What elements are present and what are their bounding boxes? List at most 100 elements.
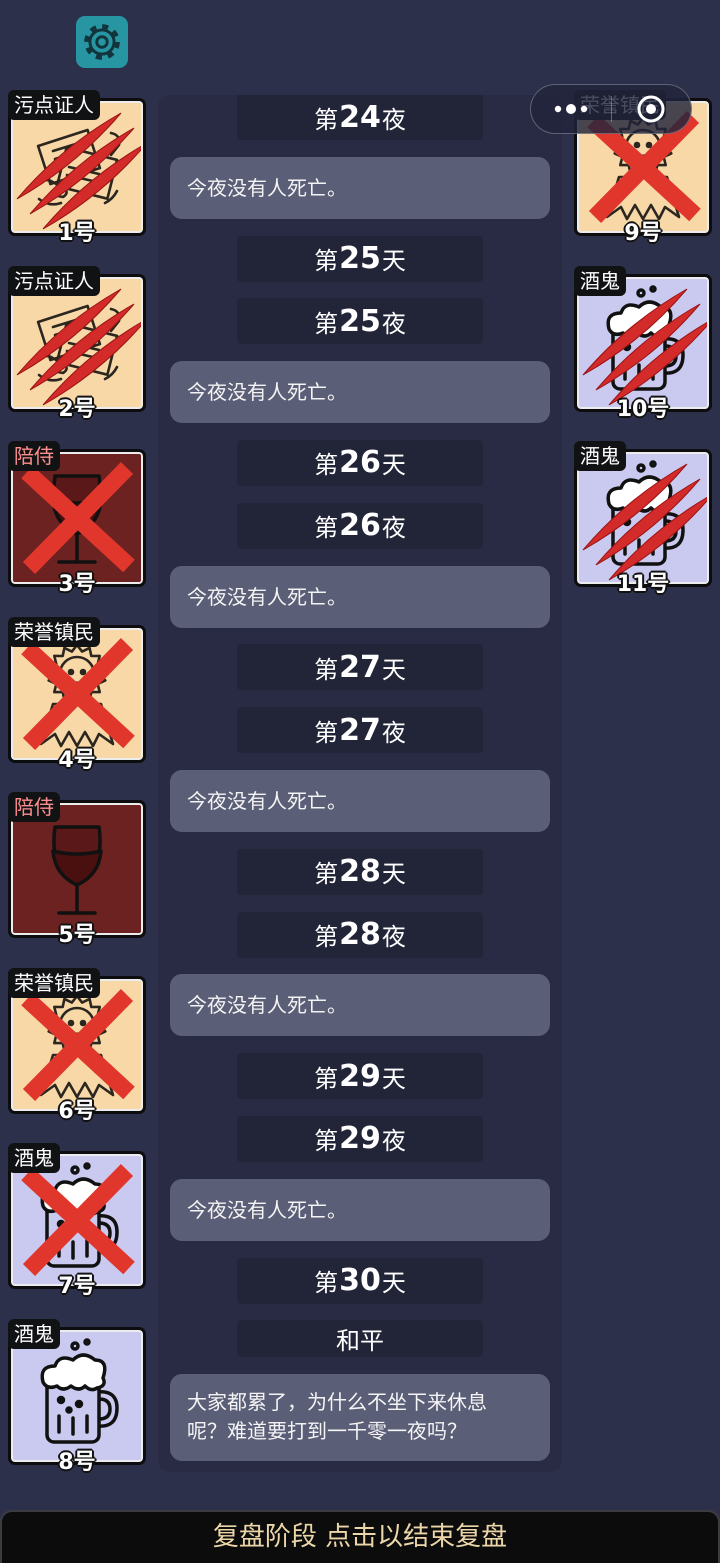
log-day-header: 第 25 天 [237,235,483,282]
log-day-header: 第 27 天 [237,644,483,691]
role-label: 陪侍 [8,441,60,471]
day-number: 24 [339,99,381,135]
claw-marks-icon [582,463,707,581]
log-message: 今夜没有人死亡。 [170,361,550,424]
seat-number: 5号 [58,923,96,948]
player-slot: 陪侍 5号 [8,792,146,952]
role-label: 酒鬼 [574,265,626,296]
day-suffix: 夜 [381,1127,406,1156]
day-suffix: 天 [381,1064,406,1093]
log-day-header: 第 24 夜 [237,95,483,140]
log-result-badge: 和平 [237,1320,483,1358]
log-message: 今夜没有人死亡。 [170,565,550,628]
log-day-header: 第 25 夜 [237,298,483,345]
role-label: 陪侍 [8,792,60,822]
claw-marks-icon [16,112,141,230]
day-number: 30 [339,1263,381,1299]
day-suffix: 夜 [381,105,406,134]
day-number: 28 [339,917,381,953]
settings-button[interactable] [76,16,128,68]
day-suffix: 天 [381,247,406,276]
seat-number: 9号 [624,221,662,246]
day-prefix: 第 [314,105,339,134]
log-day-header: 第 29 天 [237,1053,483,1100]
player-slot: 陪侍 3号 [8,441,146,601]
log-day-header: 第 29 夜 [237,1115,483,1162]
log-message: 今夜没有人死亡。 [170,769,550,832]
seat-number: 11号 [616,572,670,597]
day-prefix: 第 [314,514,339,543]
more-dots-icon [554,104,587,114]
seat-number: 4号 [58,747,96,773]
day-prefix: 第 [314,247,339,276]
end-review-button[interactable]: 复盘阶段 点击以结束复盘 [0,1510,720,1563]
seat-number: 6号 [58,1098,96,1124]
x-mark-icon [21,637,135,750]
day-number: 28 [339,854,381,890]
day-suffix: 夜 [381,514,406,543]
log-day-header: 第 28 天 [237,848,483,895]
target-circle-icon [637,95,665,123]
day-number: 29 [339,1121,381,1157]
day-number: 29 [339,1058,381,1094]
log-message: 今夜没有人死亡。 [170,974,550,1037]
role-label: 酒鬼 [8,1318,60,1349]
seat-number: 8号 [58,1449,96,1475]
day-prefix: 第 [314,451,339,480]
role-label: 荣誉镇民 [8,616,100,647]
day-number: 27 [339,712,381,748]
day-suffix: 天 [381,655,406,684]
day-prefix: 第 [314,1269,339,1298]
mini-program-capsule [530,84,692,134]
seat-number: 2号 [58,396,96,422]
day-number: 25 [339,241,381,277]
day-prefix: 第 [314,923,339,952]
log-day-header: 第 26 天 [237,439,483,486]
day-prefix: 第 [314,860,339,889]
day-prefix: 第 [314,309,339,338]
seat-number: 10号 [616,396,670,422]
day-suffix: 天 [381,451,406,480]
role-label: 酒鬼 [8,1143,60,1173]
player-slot: 酒鬼 8号 [8,1318,146,1479]
x-mark-icon [21,462,135,574]
log-message: 今夜没有人死亡。 [170,1178,550,1241]
wine-glass-icon [51,825,103,915]
gear-icon [84,24,120,60]
role-label: 酒鬼 [574,441,626,471]
game-log-panel[interactable]: 第 24 夜今夜没有人死亡。第 25 天第 25 夜今夜没有人死亡。第 26 天第 26 夜今夜没有… [158,95,562,1472]
day-number: 27 [339,649,381,685]
log-message: 今夜没有人死亡。 [170,156,550,219]
x-mark-icon [21,988,135,1101]
more-button[interactable] [531,85,611,133]
player-slot: 酒鬼 11号 [574,441,712,601]
log-message: 大家都累了，为什么不坐下来休息呢？难道要打到一千零一夜吗？ [170,1374,550,1462]
player-slot: 酒鬼 7号 [8,1143,146,1303]
day-prefix: 第 [314,718,339,747]
day-suffix: 天 [381,1269,406,1298]
player-slot: 污点证人 2号 [8,265,146,426]
player-slot: 酒鬼 10号 [574,265,712,426]
seat-number: 1号 [58,221,96,246]
close-button[interactable] [612,85,692,133]
seat-number: 7号 [58,1274,96,1299]
day-prefix: 第 [314,1064,339,1093]
log-day-header: 第 26 夜 [237,502,483,549]
claw-marks-icon [582,288,707,405]
day-prefix: 第 [314,655,339,684]
player-slot: 污点证人 1号 [8,90,146,250]
day-number: 26 [339,445,381,481]
claw-marks-icon [16,288,141,405]
player-slot: 荣誉镇民 4号 [8,616,146,777]
x-mark-icon [21,1164,135,1276]
day-suffix: 夜 [381,923,406,952]
seat-number: 3号 [58,572,96,597]
role-label: 污点证人 [8,90,100,120]
beer-mug-icon [40,1337,119,1444]
log-day-header: 第 27 夜 [237,707,483,754]
log-day-header: 第 28 夜 [237,911,483,958]
day-number: 26 [339,508,381,544]
day-suffix: 天 [381,860,406,889]
role-label: 污点证人 [8,265,100,296]
day-suffix: 夜 [381,309,406,338]
